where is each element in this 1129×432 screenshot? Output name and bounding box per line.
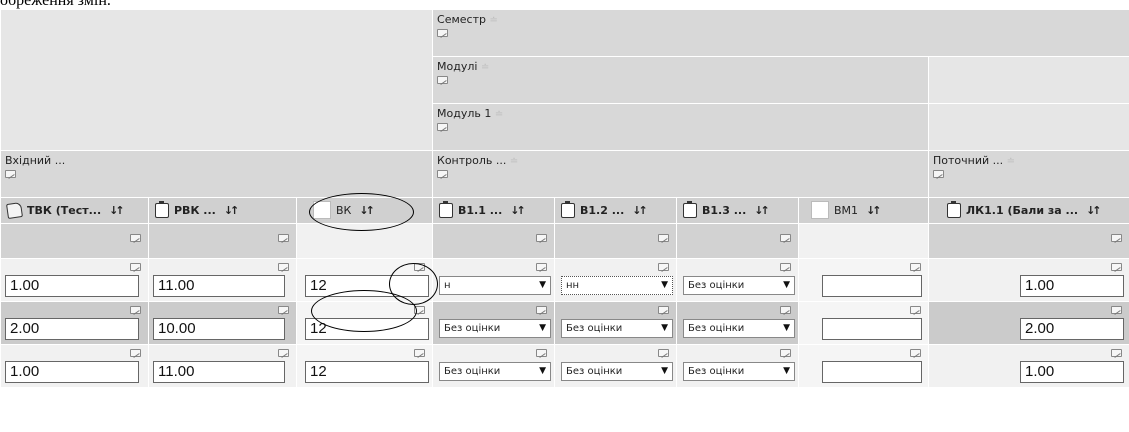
vm1-input[interactable] xyxy=(822,275,923,297)
vm1-input[interactable] xyxy=(822,361,923,383)
vk-input[interactable]: 12 xyxy=(305,361,429,383)
column-tools-row xyxy=(0,223,1129,259)
edit-icon[interactable] xyxy=(658,306,670,314)
header-blank-area xyxy=(0,9,434,151)
sort-icon[interactable]: ↓↑ xyxy=(632,204,648,217)
edit-icon[interactable] xyxy=(1111,263,1123,271)
vm1-input[interactable] xyxy=(822,318,923,340)
table-row: 1.00 11.00 12 н нн Без оцінки 1.00 xyxy=(0,258,1129,302)
module1-header: Модуль 1 ≐ xyxy=(432,103,930,151)
lk11-input[interactable]: 1.00 xyxy=(1020,361,1125,383)
clipboard-icon xyxy=(439,200,454,218)
v12-select[interactable]: нн xyxy=(561,276,674,295)
edit-icon[interactable] xyxy=(780,263,792,271)
edit-icon[interactable] xyxy=(910,263,922,271)
clipboard-icon xyxy=(947,200,962,218)
tvk-input[interactable]: 1.00 xyxy=(5,361,139,383)
sort-icon[interactable]: ↓↑ xyxy=(510,204,526,217)
rvk-input[interactable]: 11.00 xyxy=(153,275,285,297)
edit-icon[interactable] xyxy=(1111,234,1123,242)
incoming-control-header: Вхідний ... xyxy=(0,150,434,198)
edit-icon[interactable] xyxy=(536,263,548,271)
edit-icon[interactable] xyxy=(658,263,670,271)
clipboard-icon xyxy=(561,200,576,218)
v11-select[interactable]: Без оцінки xyxy=(439,319,552,338)
v12-select[interactable]: Без оцінки xyxy=(561,362,674,381)
edit-icon[interactable] xyxy=(658,234,670,242)
v13-select[interactable]: Без оцінки xyxy=(683,319,796,338)
edit-icon[interactable] xyxy=(130,306,141,314)
modules-header-blank xyxy=(928,56,1129,104)
v12-select[interactable]: Без оцінки xyxy=(561,319,674,338)
sort-icon[interactable]: ↓↑ xyxy=(1086,204,1102,217)
edit-icon[interactable] xyxy=(437,29,449,37)
edit-icon[interactable] xyxy=(414,349,426,357)
vk-input[interactable]: 12 xyxy=(305,275,429,297)
module1-header-blank xyxy=(928,103,1129,151)
column-header-tvk[interactable]: ТВК (Тест... ↓↑ xyxy=(0,197,149,224)
edit-icon[interactable] xyxy=(780,349,792,357)
modules-header: Модулі ≐ xyxy=(432,56,930,104)
current-header: Поточний ... ≐ xyxy=(928,150,1129,198)
v13-select[interactable]: Без оцінки xyxy=(683,276,796,295)
edit-icon[interactable] xyxy=(1111,306,1123,314)
sort-icon[interactable]: ↓↑ xyxy=(109,204,125,217)
edit-icon[interactable] xyxy=(910,306,922,314)
edit-icon[interactable] xyxy=(278,349,289,357)
vk-input[interactable]: 12 xyxy=(305,318,429,340)
edit-icon[interactable] xyxy=(536,234,548,242)
column-header-lk11[interactable]: ЛК1.1 (Бали за ... ↓↑ xyxy=(928,197,1129,224)
sort-icon[interactable]: ↓↑ xyxy=(224,204,240,217)
edit-icon[interactable] xyxy=(437,170,449,178)
edit-icon[interactable] xyxy=(130,234,141,242)
semester-header: Семестр ≐ xyxy=(432,9,1129,57)
column-header-vk[interactable]: ВК ↓↑ xyxy=(295,197,434,224)
edit-icon[interactable] xyxy=(5,170,16,178)
edit-icon[interactable] xyxy=(278,263,289,271)
v11-select[interactable]: Без оцінки xyxy=(439,362,552,381)
caption-text: обреження змін. xyxy=(0,0,111,9)
edit-icon[interactable] xyxy=(536,306,548,314)
edit-icon[interactable] xyxy=(278,234,289,242)
sort-icon[interactable]: ↓↑ xyxy=(359,204,375,217)
clipboard-icon xyxy=(155,200,169,218)
rvk-input[interactable]: 11.00 xyxy=(153,361,285,383)
edit-icon[interactable] xyxy=(780,306,792,314)
edit-icon[interactable] xyxy=(780,234,792,242)
test-icon xyxy=(6,201,23,219)
lk11-input[interactable]: 1.00 xyxy=(1020,275,1125,297)
clipboard-icon xyxy=(683,200,698,218)
edit-icon[interactable] xyxy=(437,123,449,131)
edit-icon[interactable] xyxy=(130,349,141,357)
table-row: 1.00 11.00 12 Без оцінки Без оцінки Без … xyxy=(0,344,1129,388)
v13-select[interactable]: Без оцінки xyxy=(683,362,796,381)
edit-icon[interactable] xyxy=(1111,349,1123,357)
column-header-v12[interactable]: В1.2 ... ↓↑ xyxy=(554,197,678,224)
gradebook-table: Семестр ≐ Модулі ≐ Модуль 1 ≐ Вхідний ..… xyxy=(0,9,1129,388)
v11-select[interactable]: н xyxy=(439,276,552,295)
edit-icon[interactable] xyxy=(910,349,922,357)
tvk-input[interactable]: 1.00 xyxy=(5,275,139,297)
control-header: Контроль ... ≐ xyxy=(432,150,930,198)
edit-icon[interactable] xyxy=(130,263,141,271)
table-row: 2.00 10.00 12 Без оцінки Без оцінки Без … xyxy=(0,301,1129,345)
sort-icon[interactable]: ↓↑ xyxy=(754,204,770,217)
column-checkbox[interactable] xyxy=(313,201,331,219)
column-checkbox[interactable] xyxy=(811,201,830,219)
column-header-rvk[interactable]: РВК ... ↓↑ xyxy=(148,197,297,224)
column-header-vm1[interactable]: ВМ1 ↓↑ xyxy=(798,197,930,224)
edit-icon[interactable] xyxy=(414,306,426,314)
edit-icon[interactable] xyxy=(437,76,449,84)
column-header-v11[interactable]: В1.1 ... ↓↑ xyxy=(432,197,556,224)
sort-icon[interactable]: ↓↑ xyxy=(866,204,882,217)
rvk-input[interactable]: 10.00 xyxy=(153,318,285,340)
edit-icon[interactable] xyxy=(933,170,945,178)
edit-icon[interactable] xyxy=(658,349,670,357)
column-header-v13[interactable]: В1.3 ... ↓↑ xyxy=(676,197,800,224)
edit-icon[interactable] xyxy=(536,349,548,357)
edit-icon[interactable] xyxy=(278,306,289,314)
lk11-input[interactable]: 2.00 xyxy=(1020,318,1125,340)
tvk-input[interactable]: 2.00 xyxy=(5,318,139,340)
edit-icon[interactable] xyxy=(414,263,426,271)
